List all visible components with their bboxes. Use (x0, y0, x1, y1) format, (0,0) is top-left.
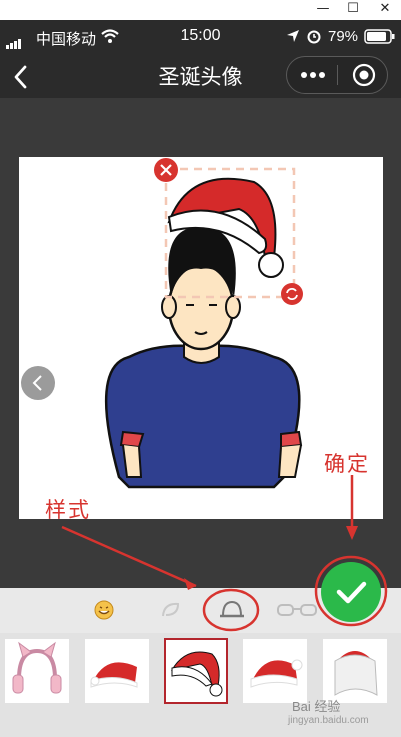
window-titlebar: — ☐ ✕ (0, 0, 401, 20)
mini-program-capsule (286, 56, 388, 94)
minimize-button[interactable]: — (308, 0, 338, 20)
glasses-icon[interactable] (276, 602, 318, 618)
battery-percentage: 79% (328, 28, 359, 45)
status-bar: 中国移动 15:00 79% (0, 20, 401, 54)
more-options-icon[interactable] (300, 68, 326, 82)
watermark-logo: Bai 经验 (292, 699, 341, 714)
close-window-button[interactable]: ✕ (370, 0, 400, 20)
confirm-annotation-label: 确定 (324, 452, 370, 476)
delete-sticker-icon[interactable] (153, 157, 179, 183)
rotate-sticker-icon[interactable] (280, 282, 304, 306)
thumbnail-cat-ear-headphones[interactable] (5, 639, 69, 703)
location-icon (287, 30, 299, 42)
navigation-bar: 圣诞头像 (0, 54, 401, 98)
thumbnail-santa-hat-4[interactable] (323, 639, 387, 703)
leaf-icon[interactable] (160, 600, 182, 620)
hat-icon[interactable] (217, 596, 247, 624)
alarm-icon (307, 30, 321, 44)
watermark-url: jingyan.baidu.com (288, 715, 369, 726)
close-mini-program-icon[interactable] (352, 63, 376, 87)
thumbnail-santa-hat-3[interactable] (243, 639, 307, 703)
thumbnail-santa-hat-1[interactable] (85, 639, 149, 703)
previous-arrow-icon[interactable] (20, 365, 56, 401)
confirm-button[interactable] (321, 562, 381, 622)
maximize-button[interactable]: ☐ (338, 0, 368, 20)
thumbnail-santa-hat-2[interactable] (164, 638, 228, 704)
checkmark-icon (336, 581, 367, 604)
emoji-icon[interactable] (94, 600, 114, 620)
style-annotation-label: 样式 (45, 498, 91, 522)
battery-icon (364, 29, 395, 44)
